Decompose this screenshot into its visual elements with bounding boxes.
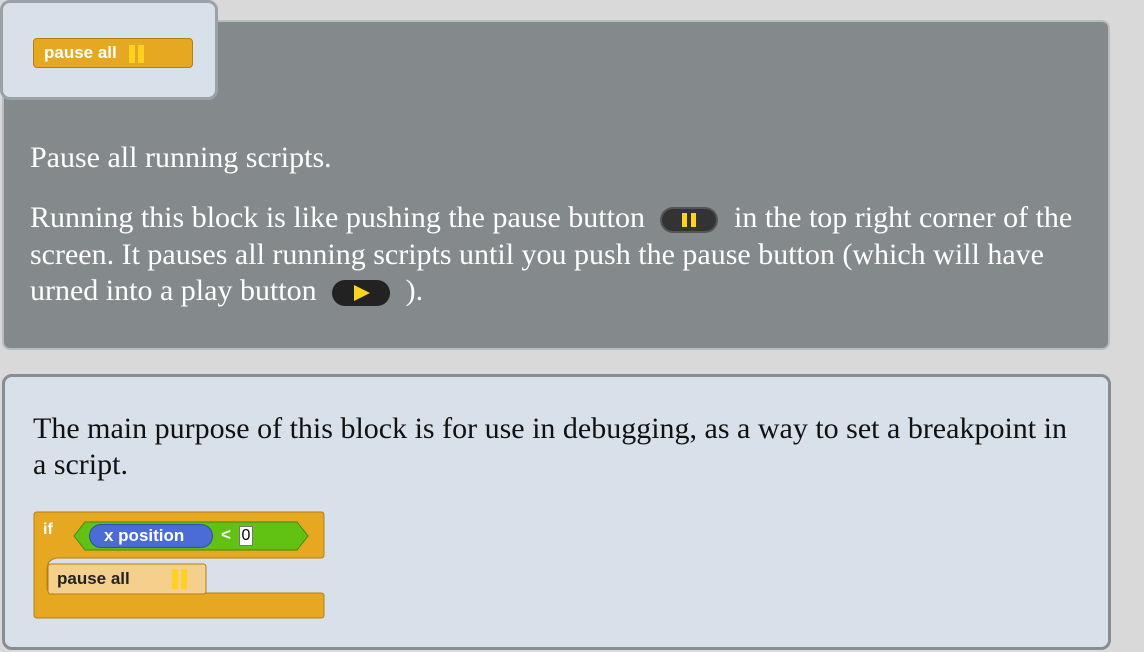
block-label: pause all xyxy=(44,43,117,62)
pause-button-icon xyxy=(660,207,719,234)
less-than-operator[interactable]: x position < 0 xyxy=(73,521,309,551)
pause-all-block[interactable]: pause all xyxy=(33,38,193,68)
help-heading: Pause all running scripts. xyxy=(30,141,332,174)
if-block[interactable]: if x position < 0 pause all xyxy=(33,511,325,619)
x-position-reporter[interactable]: x position xyxy=(89,524,213,548)
inner-pause-all-block[interactable]: pause all xyxy=(47,563,207,595)
pause-icon xyxy=(128,44,144,63)
value-input[interactable]: 0 xyxy=(239,526,253,546)
example-panel: The main purpose of this block is for us… xyxy=(2,374,1111,650)
operator-symbol: < xyxy=(221,525,231,544)
reporter-label: x position xyxy=(104,526,185,545)
help-paragraph: Running this block is like pushing the p… xyxy=(30,200,1090,310)
command-label: pause all xyxy=(57,569,130,588)
block-preview-tab: pause all xyxy=(0,0,218,100)
if-label: if xyxy=(43,521,53,538)
purpose-text: The main purpose of this block is for us… xyxy=(33,412,1067,481)
command-pause-icon xyxy=(172,569,187,589)
paragraph-part-1: Running this block is like pushing the p… xyxy=(30,201,645,234)
paragraph-part-3: ). xyxy=(405,274,424,308)
play-button-icon xyxy=(332,280,391,307)
